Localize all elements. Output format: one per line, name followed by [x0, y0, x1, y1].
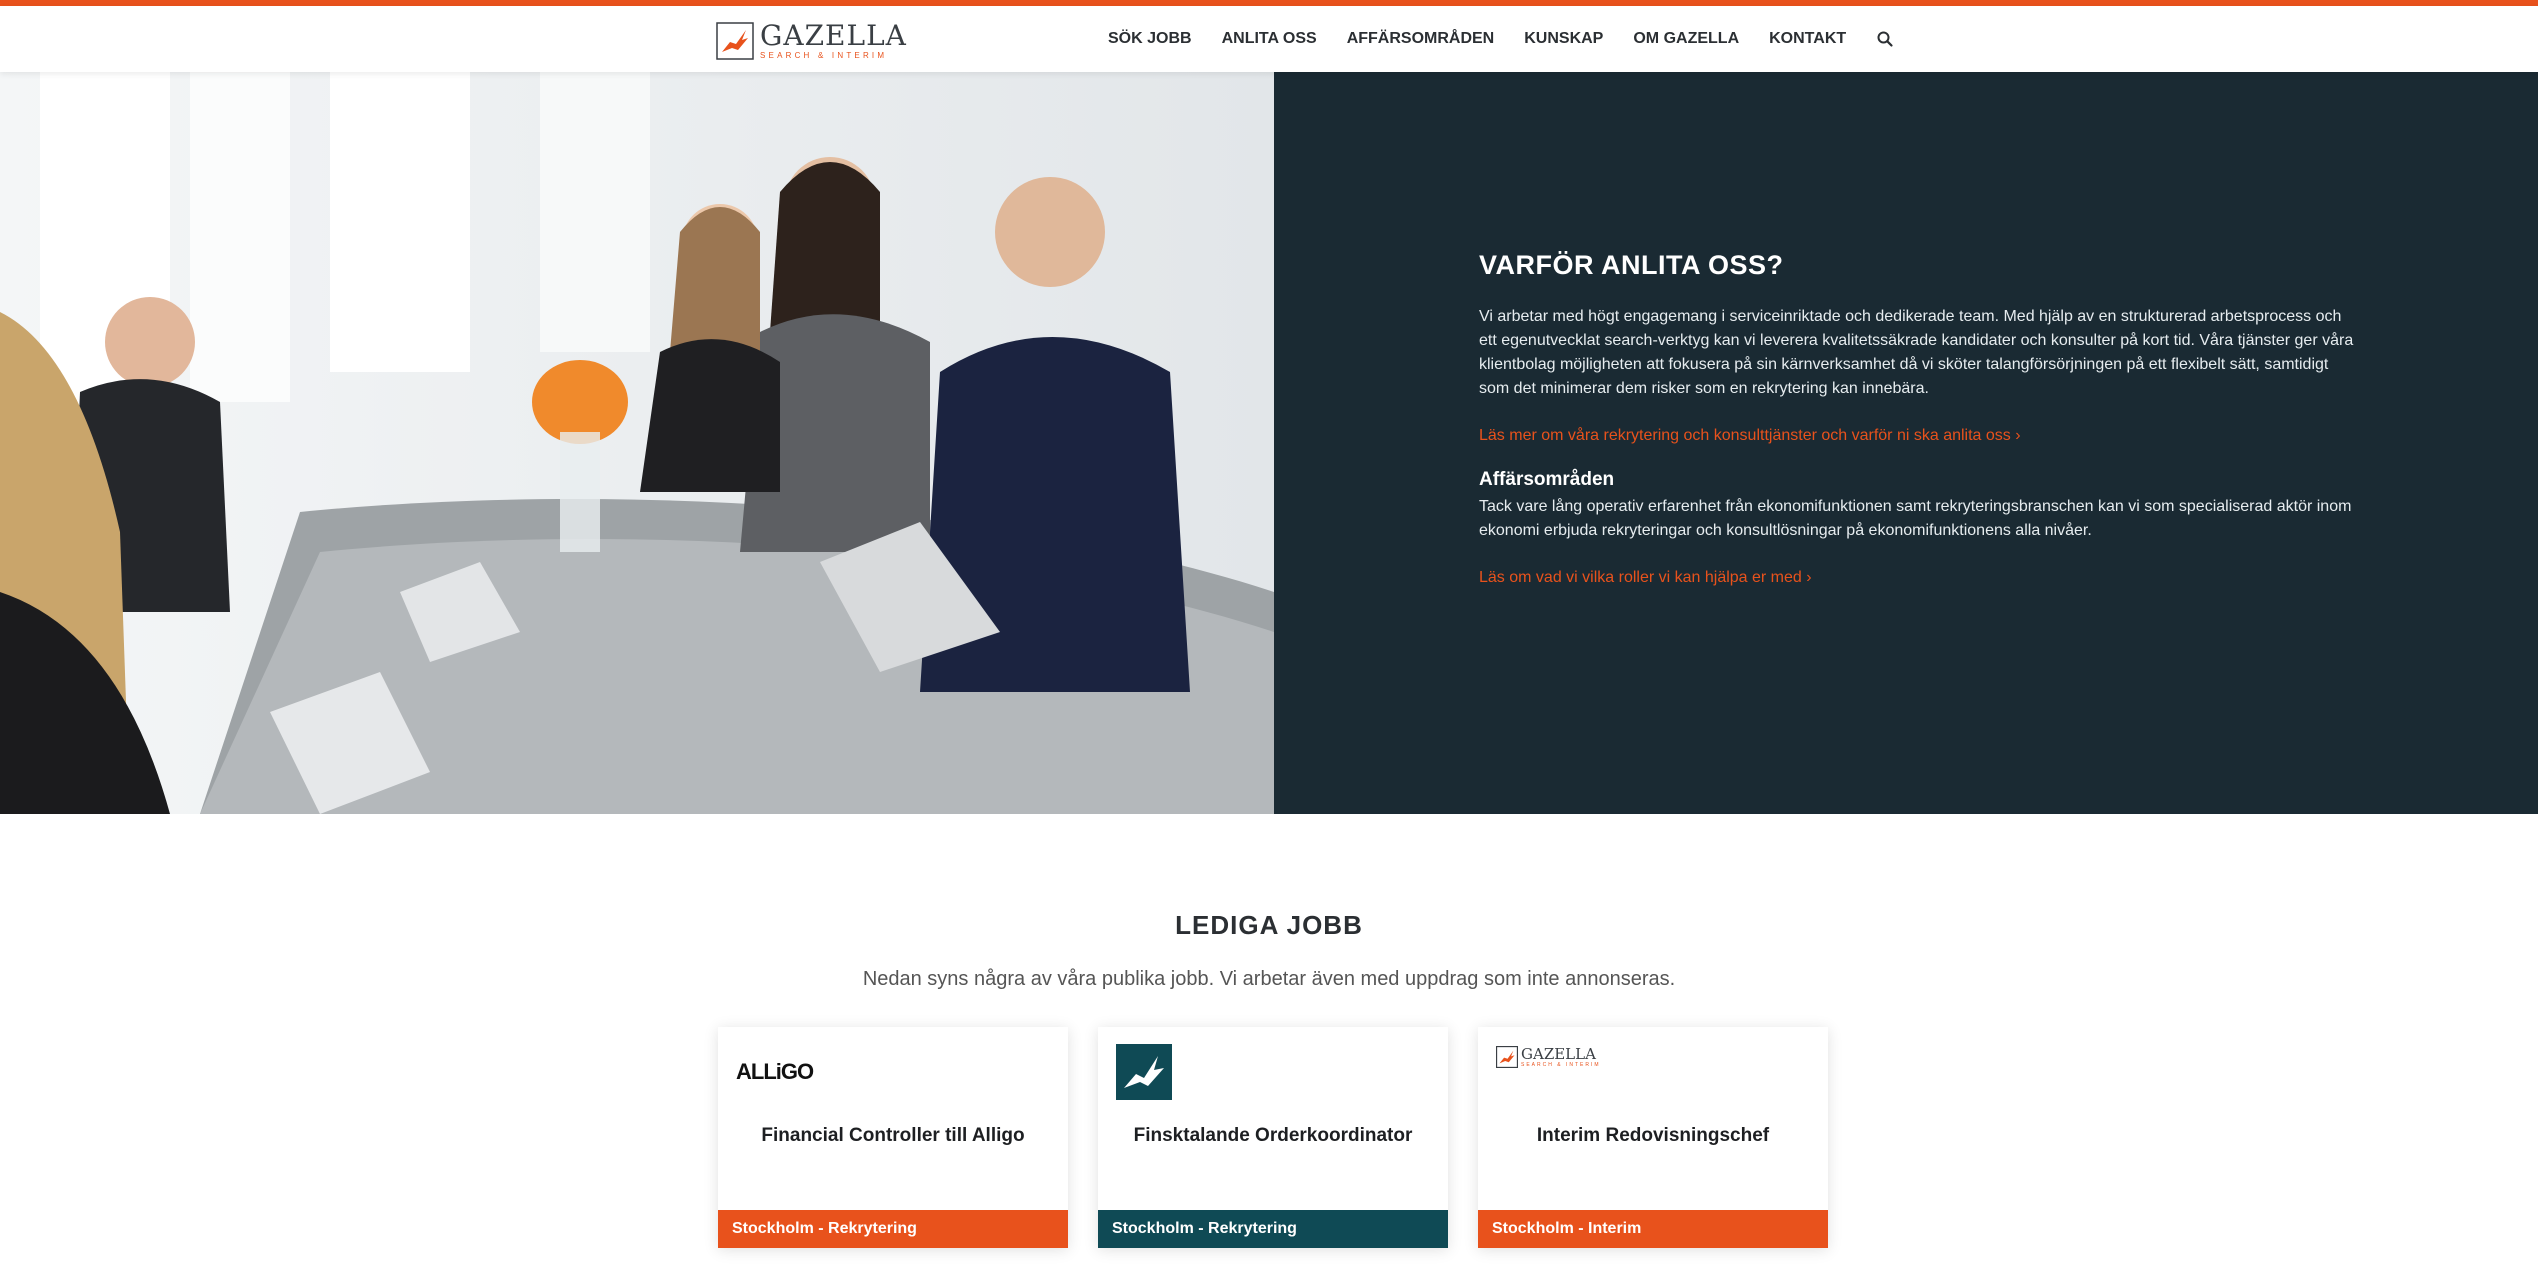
business-areas-heading: Affärsområden: [1479, 469, 1615, 490]
nav-om-gazella[interactable]: OM GAZELLA: [1633, 30, 1739, 48]
job-location: Stockholm - Interim: [1478, 1210, 1828, 1248]
gazelle-mark-logo: [1116, 1043, 1172, 1101]
nav-sok-jobb[interactable]: SÖK JOBB: [1108, 30, 1192, 48]
job-card[interactable]: GAZELLA SEARCH & INTERIM Interim Redovis…: [1478, 1027, 1828, 1248]
jobs-title: LEDIGA JOBB: [1175, 910, 1363, 940]
nav-anlita-oss[interactable]: ANLITA OSS: [1222, 30, 1317, 48]
gazelle-logo-icon: [1496, 1046, 1518, 1068]
hero-paragraph: Vi arbetar med högt engagemang i service…: [1479, 308, 2354, 397]
job-cards: ALLiGO Financial Controller till Alligo …: [718, 1027, 1828, 1248]
nav-kontakt[interactable]: KONTAKT: [1769, 30, 1846, 48]
gazella-card-logo: GAZELLA SEARCH & INTERIM: [1496, 1037, 1601, 1077]
site-header: GAZELLA SEARCH & INTERIM SÖK JOBB ANLITA…: [0, 6, 2538, 72]
gazella-card-logo-sub: SEARCH & INTERIM: [1521, 1061, 1601, 1068]
logo-name: GAZELLA: [760, 19, 907, 52]
logo-tagline: SEARCH & INTERIM: [760, 51, 888, 60]
gazella-card-logo-name: GAZELLA: [1521, 1044, 1596, 1063]
meeting-photo: [0, 72, 1274, 814]
job-card[interactable]: ALLiGO Financial Controller till Alligo …: [718, 1027, 1068, 1248]
job-location: Stockholm - Rekrytering: [718, 1210, 1068, 1248]
gazelle-mark-icon: [1116, 1044, 1172, 1100]
read-more-link[interactable]: Läs mer om våra rekrytering och konsultt…: [1479, 427, 2021, 445]
main-nav: SÖK JOBB ANLITA OSS AFFÄRSOMRÅDEN KUNSKA…: [1108, 6, 1894, 72]
why-hire-us-panel: VARFÖR ANLITA OSS? Vi arbetar med högt e…: [1274, 72, 2538, 814]
alligo-logo-text: ALLiGO: [736, 1059, 814, 1084]
job-title: Interim Redovisningschef: [1536, 1125, 1770, 1146]
alligo-logo: ALLiGO: [736, 1043, 814, 1101]
search-icon[interactable]: [1876, 30, 1894, 48]
jobs-subtitle: Nedan syns några av våra publika jobb. V…: [862, 968, 1676, 990]
job-title: Financial Controller till Alligo: [761, 1125, 1025, 1146]
gazelle-logo-icon: [716, 22, 754, 60]
hero-title: VARFÖR ANLITA OSS?: [1479, 250, 1784, 280]
nav-affarsomraden[interactable]: AFFÄRSOMRÅDEN: [1347, 30, 1495, 48]
job-card[interactable]: Finsktalande Orderkoordinator Stockholm …: [1098, 1027, 1448, 1248]
business-areas-paragraph: Tack vare lång operativ erfarenhet från …: [1479, 498, 2352, 539]
nav-kunskap[interactable]: KUNSKAP: [1524, 30, 1603, 48]
job-title: Finsktalande Orderkoordinator: [1133, 1125, 1413, 1146]
meeting-illustration: [0, 72, 1274, 814]
site-logo[interactable]: GAZELLA SEARCH & INTERIM: [716, 20, 907, 62]
roles-link[interactable]: Läs om vad vi vilka roller vi kan hjälpa…: [1479, 569, 1812, 587]
job-location: Stockholm - Rekrytering: [1098, 1210, 1448, 1248]
